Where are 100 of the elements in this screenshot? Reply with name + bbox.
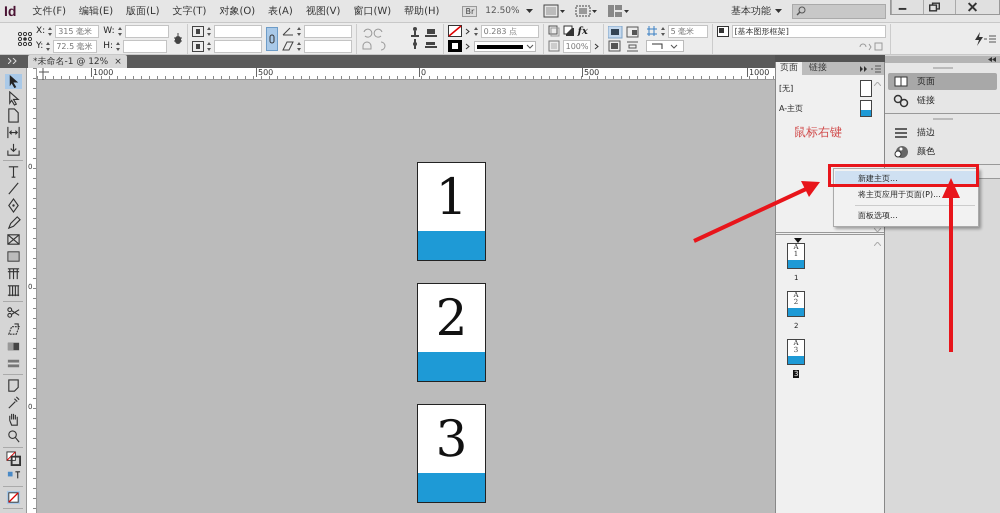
spinner-icon[interactable] bbox=[118, 26, 122, 36]
apply-none-icon[interactable] bbox=[4, 490, 22, 505]
screen-mode-icon[interactable] bbox=[574, 4, 597, 18]
menu-item[interactable]: 帮助(H) bbox=[400, 4, 444, 18]
close-tab-button[interactable]: × bbox=[114, 56, 122, 66]
opacity-icon bbox=[548, 40, 560, 52]
search-field[interactable] bbox=[792, 4, 886, 18]
document-tab-title: *未命名-1 @ 12% bbox=[33, 56, 108, 68]
rectangle-tool-icon[interactable] bbox=[4, 249, 22, 264]
chevron-icon bbox=[594, 42, 599, 50]
collapse-panel-icon[interactable] bbox=[860, 66, 868, 72]
object-style-dropdown[interactable]: [基本图形框架] bbox=[732, 24, 886, 38]
dock-panel-button[interactable]: 链接 bbox=[888, 92, 997, 109]
panel-menu-icon[interactable] bbox=[984, 34, 996, 44]
reference-point-icon[interactable] bbox=[18, 32, 32, 46]
page-number: 3 bbox=[434, 409, 468, 470]
master-thumbnail[interactable] bbox=[860, 100, 872, 116]
palette-icon bbox=[893, 144, 909, 160]
dock-panel-button[interactable]: 描边 bbox=[888, 124, 997, 141]
fill-none-icon[interactable] bbox=[448, 25, 462, 37]
panel-tab[interactable]: 页面 bbox=[776, 62, 802, 75]
annotation-text: 鼠标右键 bbox=[794, 124, 843, 141]
chevron-icon bbox=[464, 28, 470, 34]
object-style-icon bbox=[716, 26, 729, 36]
select-container-icons-drawing[interactable] bbox=[408, 26, 439, 52]
scroll-down-icon[interactable] bbox=[874, 228, 881, 232]
content-collector-icon[interactable] bbox=[4, 142, 22, 157]
workspace-switcher[interactable]: 基本功能 bbox=[731, 4, 771, 18]
spinner-icon[interactable] bbox=[296, 26, 301, 36]
spinner-icon[interactable] bbox=[206, 42, 211, 50]
menu-item[interactable]: 版面(L) bbox=[122, 4, 164, 18]
ruler-label: 500 bbox=[582, 68, 600, 77]
stroke-weight-field[interactable]: 0.283 点 bbox=[480, 24, 539, 38]
y-field[interactable]: 72.5 毫米 bbox=[53, 40, 98, 52]
page-number: 2 bbox=[434, 288, 468, 349]
selection-tool-icon[interactable] bbox=[4, 74, 22, 89]
app-logo: Id bbox=[4, 3, 16, 19]
menu-item[interactable]: 文字(T) bbox=[168, 4, 210, 18]
width-field[interactable] bbox=[124, 24, 169, 38]
scale-x-icon[interactable] bbox=[192, 26, 204, 36]
scissors-icon[interactable] bbox=[4, 305, 22, 320]
shadow-toggle-icon[interactable] bbox=[562, 25, 575, 37]
menu-item[interactable]: 窗口(W) bbox=[349, 4, 396, 18]
page-number: 1 bbox=[434, 167, 468, 228]
corner-shape-dropdown[interactable] bbox=[646, 40, 684, 52]
caret-icon bbox=[526, 9, 533, 13]
master-name[interactable]: [无] bbox=[779, 82, 794, 94]
panel-menu-icon[interactable] bbox=[871, 64, 881, 72]
link-toggle-icon[interactable] bbox=[266, 26, 278, 50]
zoom-dropdown[interactable]: 12.50% bbox=[485, 6, 520, 16]
spinner-icon[interactable] bbox=[206, 26, 211, 36]
spinner-icon[interactable] bbox=[660, 26, 665, 36]
page-color-band bbox=[418, 352, 485, 381]
menu-item[interactable]: 编辑(E) bbox=[75, 4, 118, 18]
spinner-icon[interactable] bbox=[48, 26, 52, 36]
menu-item[interactable]: 文件(F) bbox=[28, 4, 70, 18]
effects-button[interactable]: fx bbox=[578, 26, 588, 36]
stroke-swatch-icon[interactable] bbox=[448, 40, 462, 52]
ruler-label: 0 bbox=[419, 68, 426, 77]
opacity-field[interactable]: 100% bbox=[562, 40, 591, 52]
spinner-icon[interactable] bbox=[474, 26, 478, 36]
menu-item[interactable]: 表(A) bbox=[264, 4, 297, 18]
ruler-origin-icon[interactable] bbox=[39, 68, 49, 80]
spinner-icon[interactable] bbox=[116, 42, 120, 50]
arrange-documents-icon[interactable] bbox=[606, 4, 629, 18]
menu-item[interactable]: 面板选项... bbox=[835, 208, 977, 224]
rectangle-frame-tool-icon[interactable] bbox=[4, 232, 22, 247]
spinner-icon[interactable] bbox=[46, 42, 50, 50]
pages-icon bbox=[893, 74, 909, 90]
view-options-icon[interactable] bbox=[542, 4, 565, 18]
page-color-band bbox=[418, 231, 485, 260]
shear-angle-icon[interactable] bbox=[282, 41, 294, 51]
menu-item[interactable]: 视图(V) bbox=[302, 4, 344, 18]
corner-options-icon[interactable] bbox=[646, 25, 658, 37]
gap-tool-icon[interactable] bbox=[4, 125, 22, 140]
master-name[interactable]: A-主页 bbox=[779, 102, 804, 114]
drop-shadow-icon[interactable] bbox=[548, 25, 560, 37]
caret-icon bbox=[775, 9, 782, 13]
bridge-button[interactable]: Br bbox=[462, 6, 478, 16]
ruler-label: 500 bbox=[256, 68, 274, 77]
rotation-angle-icon[interactable] bbox=[282, 26, 294, 36]
dock-panel-button[interactable]: 颜色 bbox=[888, 143, 997, 160]
corner-size-field[interactable]: 5 毫米 bbox=[668, 24, 708, 38]
scale-y-icon[interactable] bbox=[192, 40, 204, 52]
master-thumbnail[interactable] bbox=[860, 80, 872, 96]
constrain-proportions-icon[interactable] bbox=[172, 32, 183, 46]
collapse-toolbox-icon[interactable] bbox=[8, 58, 18, 64]
page-color-band bbox=[418, 473, 485, 502]
x-field[interactable]: 315 毫米 bbox=[55, 24, 100, 38]
quick-apply-icon[interactable] bbox=[974, 32, 984, 46]
menu-item[interactable]: 对象(O) bbox=[215, 4, 260, 18]
search-icon bbox=[796, 6, 806, 16]
spinner-icon[interactable] bbox=[296, 42, 301, 50]
fill-stroke-swatch-icon[interactable] bbox=[4, 451, 22, 466]
height-field[interactable] bbox=[123, 40, 168, 52]
dock-panel-button[interactable]: 页面 bbox=[888, 73, 997, 90]
document-tab[interactable]: *未命名-1 @ 12% × bbox=[28, 55, 127, 68]
expand-panels-icon[interactable] bbox=[988, 57, 996, 62]
stroke-type-dropdown[interactable] bbox=[474, 40, 536, 52]
menu-item[interactable]: 将主页应用于页面(P)... bbox=[835, 187, 977, 203]
